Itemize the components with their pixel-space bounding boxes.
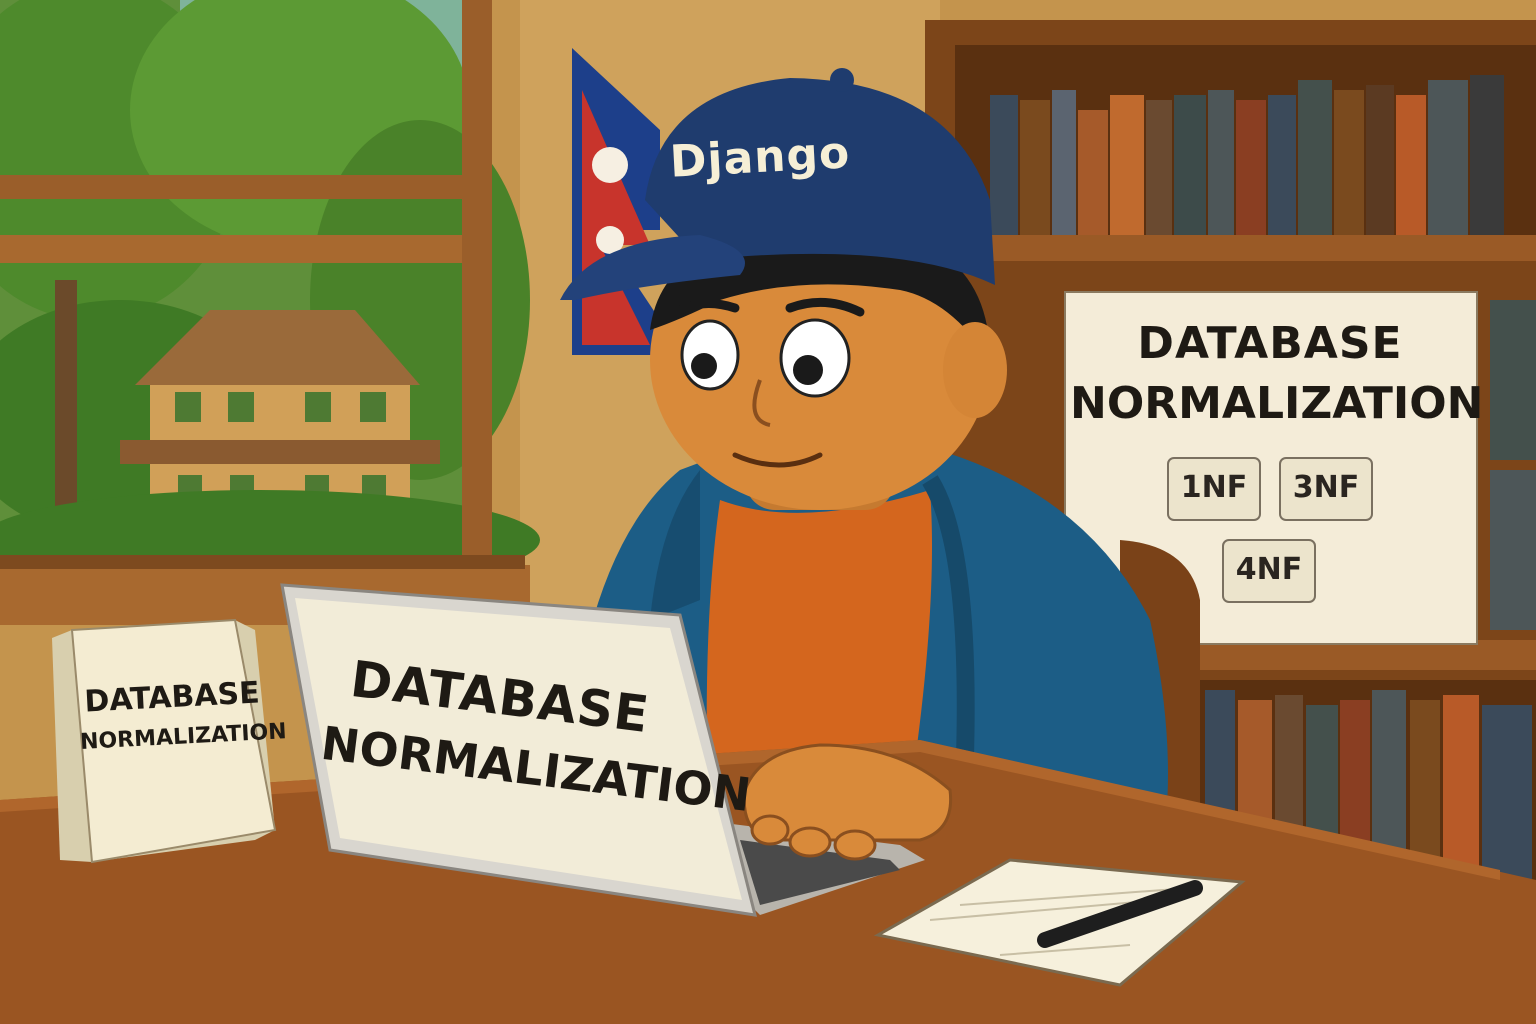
poster-form-3nf: 3NF <box>1292 470 1360 505</box>
illustration-scene: Django DATABASE NORMALIZATION 1NF 3NF 4N… <box>0 0 1536 1024</box>
poster-title-line1: DATABASE <box>1137 318 1403 369</box>
window <box>0 0 540 625</box>
poster-form-4nf: 4NF <box>1235 552 1303 587</box>
poster-form-1nf: 1NF <box>1180 470 1248 505</box>
poster-title-line2: NORMALIZATION <box>1070 378 1484 429</box>
